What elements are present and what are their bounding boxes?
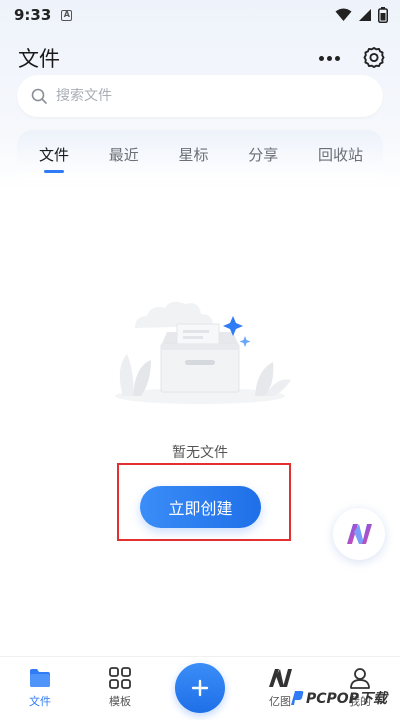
- tab-files[interactable]: 文件: [39, 130, 69, 180]
- grid-icon: [109, 667, 131, 689]
- nav-label-files: 文件: [29, 695, 51, 708]
- nav-item-files[interactable]: 文件: [10, 665, 70, 709]
- empty-message: 暂无文件: [172, 445, 228, 461]
- floating-edraw-button[interactable]: [333, 508, 385, 560]
- edraw-logo-icon: [347, 524, 372, 544]
- add-button[interactable]: [175, 663, 225, 713]
- tab-shared[interactable]: 分享: [248, 130, 278, 180]
- nav-item-templates[interactable]: 模板: [90, 665, 150, 709]
- folder-icon: [30, 669, 50, 687]
- nav-label-edraw: 亿图: [269, 695, 291, 708]
- nav-label-templates: 模板: [109, 695, 131, 708]
- tab-starred[interactable]: 星标: [178, 130, 208, 180]
- tab-recent[interactable]: 最近: [109, 130, 139, 180]
- signal-icon: [359, 9, 371, 21]
- search-input[interactable]: [56, 88, 356, 104]
- search-bar[interactable]: [17, 75, 383, 117]
- more-icon[interactable]: [319, 55, 340, 61]
- watermark: PCPOP下载: [290, 686, 387, 710]
- plus-icon: [191, 679, 209, 697]
- search-icon: [31, 88, 47, 104]
- create-now-button[interactable]: 立即创建: [140, 486, 261, 528]
- battery-icon: [378, 7, 388, 23]
- status-time: 9:33: [14, 6, 52, 24]
- watermark-text: PCPOP下载: [306, 691, 387, 707]
- wifi-icon: [335, 8, 352, 21]
- notification-icon: A: [61, 9, 73, 21]
- watermark-logo-icon: [291, 691, 304, 705]
- empty-box-illustration: [115, 301, 291, 404]
- page-title: 文件: [18, 47, 60, 71]
- file-tabs: 文件 最近 星标 分享 回收站: [17, 130, 383, 180]
- app-header: 文件: [18, 42, 386, 74]
- header-actions: [319, 46, 386, 70]
- status-indicators: [335, 7, 388, 23]
- tab-recycle-bin[interactable]: 回收站: [318, 130, 363, 180]
- gear-icon[interactable]: [362, 46, 386, 70]
- status-bar: 9:33 A: [0, 0, 400, 30]
